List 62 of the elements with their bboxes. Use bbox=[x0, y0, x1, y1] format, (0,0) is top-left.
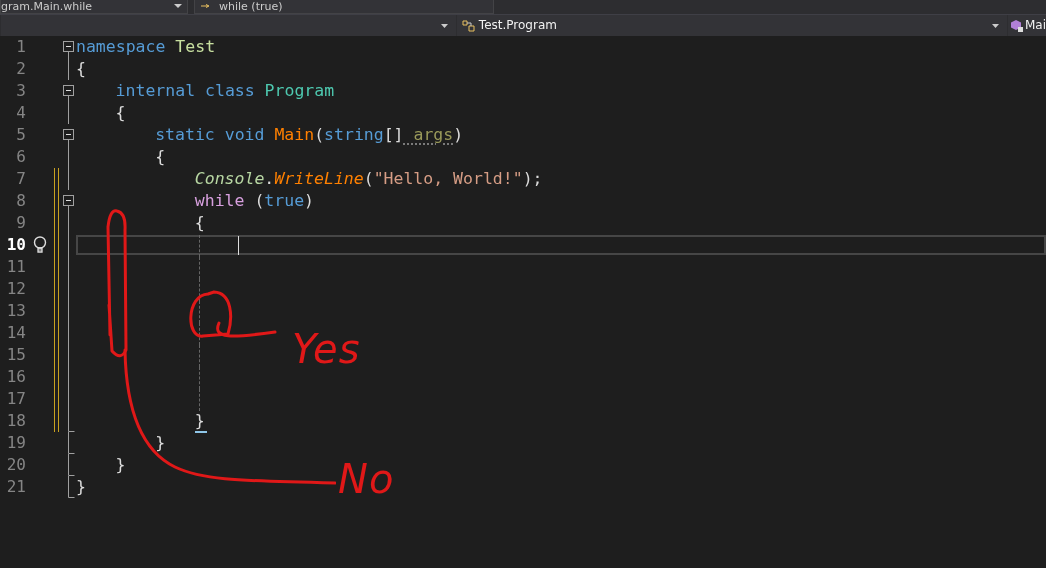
code-token: Program bbox=[263, 81, 335, 101]
line-number: 11 bbox=[5, 256, 26, 278]
code-token: { bbox=[115, 103, 126, 123]
line-number: 6 bbox=[15, 146, 26, 168]
code-token: true bbox=[264, 191, 305, 211]
code-token: static bbox=[155, 125, 215, 145]
code-token: ); bbox=[522, 169, 543, 189]
line-number: 4 bbox=[15, 102, 26, 124]
line-number: 9 bbox=[15, 212, 26, 234]
code-token: ( bbox=[363, 169, 374, 189]
code-token: } bbox=[194, 411, 205, 431]
code-token: ) bbox=[304, 191, 315, 211]
line-number: 1 bbox=[15, 36, 26, 58]
code-token: } bbox=[155, 433, 166, 453]
line-number: 17 bbox=[5, 388, 26, 410]
code-token: { bbox=[76, 59, 86, 79]
code-token: while bbox=[194, 191, 245, 211]
code-token: ( bbox=[253, 191, 265, 211]
line-number: 5 bbox=[15, 124, 26, 146]
line-number: 15 bbox=[5, 344, 26, 366]
code-token: namespace bbox=[76, 37, 166, 57]
code-token: WriteLine bbox=[274, 169, 364, 189]
dropdown-value: gram.Main.while bbox=[1, 0, 93, 13]
line-number: 13 bbox=[5, 300, 26, 322]
line-number: 18 bbox=[5, 410, 26, 432]
scope-dropdown[interactable]: while (true) bbox=[194, 0, 494, 14]
code-token: { bbox=[155, 147, 166, 167]
code-token: Test bbox=[174, 37, 216, 57]
line-number: 10 bbox=[5, 234, 26, 256]
code-token: args bbox=[412, 125, 454, 145]
member-dropdown[interactable]: gram.Main.while bbox=[0, 0, 188, 14]
code-token: Console bbox=[194, 169, 265, 189]
dropdown-value: Mai bbox=[1024, 17, 1046, 34]
code-token: Main bbox=[273, 125, 315, 145]
dropdown-value: while (true) bbox=[219, 0, 283, 13]
code-token: ( bbox=[314, 125, 325, 145]
code-token: "Hello, World!" bbox=[373, 169, 523, 189]
line-number: 7 bbox=[15, 168, 26, 190]
code-token: void bbox=[223, 125, 265, 145]
code-token: { bbox=[194, 213, 205, 233]
line-number: 14 bbox=[5, 322, 26, 344]
member-dropdown[interactable]: Mai bbox=[1006, 15, 1046, 36]
code-token: ) bbox=[453, 125, 464, 145]
code-token: . bbox=[264, 169, 275, 189]
code-token: } bbox=[76, 477, 86, 497]
line-number: 20 bbox=[5, 454, 26, 476]
type-dropdown[interactable]: Test.Program bbox=[455, 15, 1007, 36]
line-number: 2 bbox=[15, 58, 26, 80]
code-token: string bbox=[324, 125, 384, 145]
line-number: 12 bbox=[5, 278, 26, 300]
line-number: 3 bbox=[15, 80, 26, 102]
dropdown-value: Test.Program bbox=[478, 17, 557, 34]
line-number: 16 bbox=[5, 366, 26, 388]
code-token: [] bbox=[383, 125, 404, 145]
line-number: 8 bbox=[15, 190, 26, 212]
handwritten-label: No bbox=[338, 457, 395, 501]
code-token: class bbox=[204, 81, 255, 101]
handwritten-label: Yes bbox=[292, 327, 361, 371]
code-token: internal bbox=[115, 81, 196, 101]
line-number: 21 bbox=[5, 476, 26, 498]
code-token: } bbox=[115, 455, 126, 475]
line-number: 19 bbox=[5, 432, 26, 454]
